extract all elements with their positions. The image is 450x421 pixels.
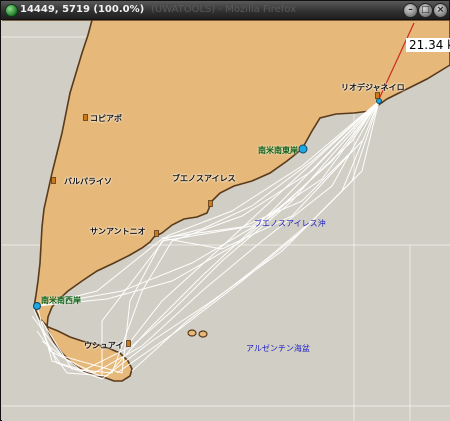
close-button[interactable]: × <box>433 3 448 18</box>
region-label-east[interactable]: 南米南東岸 <box>258 145 298 156</box>
island <box>198 330 208 338</box>
minimize-icon: – <box>408 5 413 15</box>
port-pin-icon[interactable] <box>51 177 56 184</box>
maximize-button[interactable]: □ <box>418 3 433 18</box>
region-marker-west[interactable] <box>33 302 41 310</box>
close-icon: × <box>436 5 445 15</box>
map-canvas <box>2 20 450 421</box>
city-label-copiapo[interactable]: コピアポ <box>90 113 122 124</box>
city-label-rio[interactable]: リオデジャネイロ <box>341 82 405 93</box>
map-view[interactable]: リオデジャネイロ 南米南東岸 コピアポ バルパライソ ブエノスアイレス サンアン… <box>2 20 450 421</box>
minimize-button[interactable]: – <box>403 3 418 18</box>
port-pin-icon[interactable] <box>83 114 88 121</box>
city-label-valparaiso[interactable]: バルパライソ <box>64 176 112 187</box>
region-marker-east[interactable] <box>298 144 308 154</box>
window-title-app: (UWATOOLS) - Mozilla Firefox <box>151 4 296 15</box>
port-pin-icon[interactable] <box>154 230 159 237</box>
city-label-san-antonio[interactable]: サンアントニオ <box>90 226 146 237</box>
title-bar[interactable]: 14449, 5719 (100.0%) (UWATOOLS) - Mozill… <box>1 1 449 20</box>
sea-label-buenos-aires-offshore[interactable]: ブエノスアイレス沖 <box>254 218 326 229</box>
browser-window: 14449, 5719 (100.0%) (UWATOOLS) - Mozill… <box>0 0 450 421</box>
city-label-ushuaia[interactable]: ウシュアイ <box>84 340 123 351</box>
city-label-buenos-aires[interactable]: ブエノスアイレス <box>172 173 236 184</box>
port-pin-icon[interactable] <box>208 200 213 207</box>
port-pin-icon[interactable] <box>375 92 380 99</box>
window-title: 14449, 5719 (100.0%) <box>20 4 145 15</box>
speed-readout: 21.34 kt <box>406 38 450 52</box>
region-label-west[interactable]: 南米南西岸 <box>41 295 81 306</box>
island <box>187 329 197 337</box>
globe-icon <box>5 4 18 17</box>
port-pin-icon[interactable] <box>126 340 131 347</box>
sea-label-argentine-basin[interactable]: アルゼンチン海盆 <box>246 343 310 354</box>
ship-position-marker <box>376 98 382 104</box>
maximize-icon: □ <box>421 5 430 15</box>
